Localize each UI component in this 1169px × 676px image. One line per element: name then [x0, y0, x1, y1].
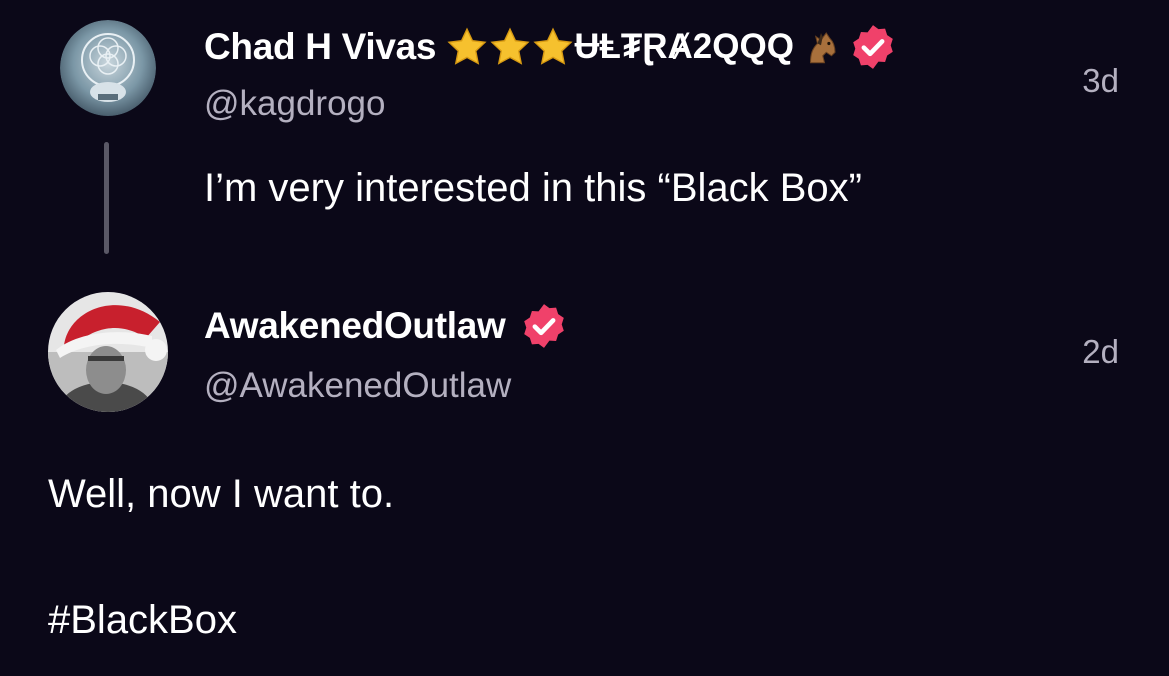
display-name[interactable]: Chad H Vivas: [204, 26, 437, 68]
display-name-suffix: ɄⱠ₮ⱤȺ2QQQ: [574, 27, 794, 66]
user-handle[interactable]: @AwakenedOutlaw: [204, 366, 511, 406]
post-body: I’m very interested in this “Black Box”: [204, 166, 862, 210]
user-handle[interactable]: @kagdrogo: [204, 84, 385, 124]
horse-icon: [800, 26, 842, 68]
star-icon: [489, 26, 531, 68]
verified-badge-icon: [519, 301, 569, 351]
post-header: Chad H Vivas ɄⱠ₮ⱤȺ2QQQ: [204, 22, 898, 72]
thread-connector-line: [104, 142, 109, 254]
display-name[interactable]: AwakenedOutlaw: [204, 305, 506, 347]
thread-view: Chad H Vivas ɄⱠ₮ⱤȺ2QQQ @kagdrogo 3d I’m …: [0, 0, 1169, 676]
avatar[interactable]: [60, 20, 156, 116]
cowboy-avatar-image: [48, 292, 168, 412]
post-timestamp[interactable]: 2d: [1082, 333, 1119, 371]
hashtag-link[interactable]: #BlackBox: [48, 598, 237, 643]
star-icon: [446, 26, 488, 68]
post-header: AwakenedOutlaw: [204, 301, 569, 351]
verified-badge-icon: [848, 22, 898, 72]
avatar[interactable]: [48, 292, 168, 412]
post-timestamp[interactable]: 3d: [1082, 62, 1119, 100]
skull-avatar-image: [60, 20, 156, 116]
post-body-line: Well, now I want to.: [48, 472, 395, 516]
star-icon: [532, 26, 574, 68]
